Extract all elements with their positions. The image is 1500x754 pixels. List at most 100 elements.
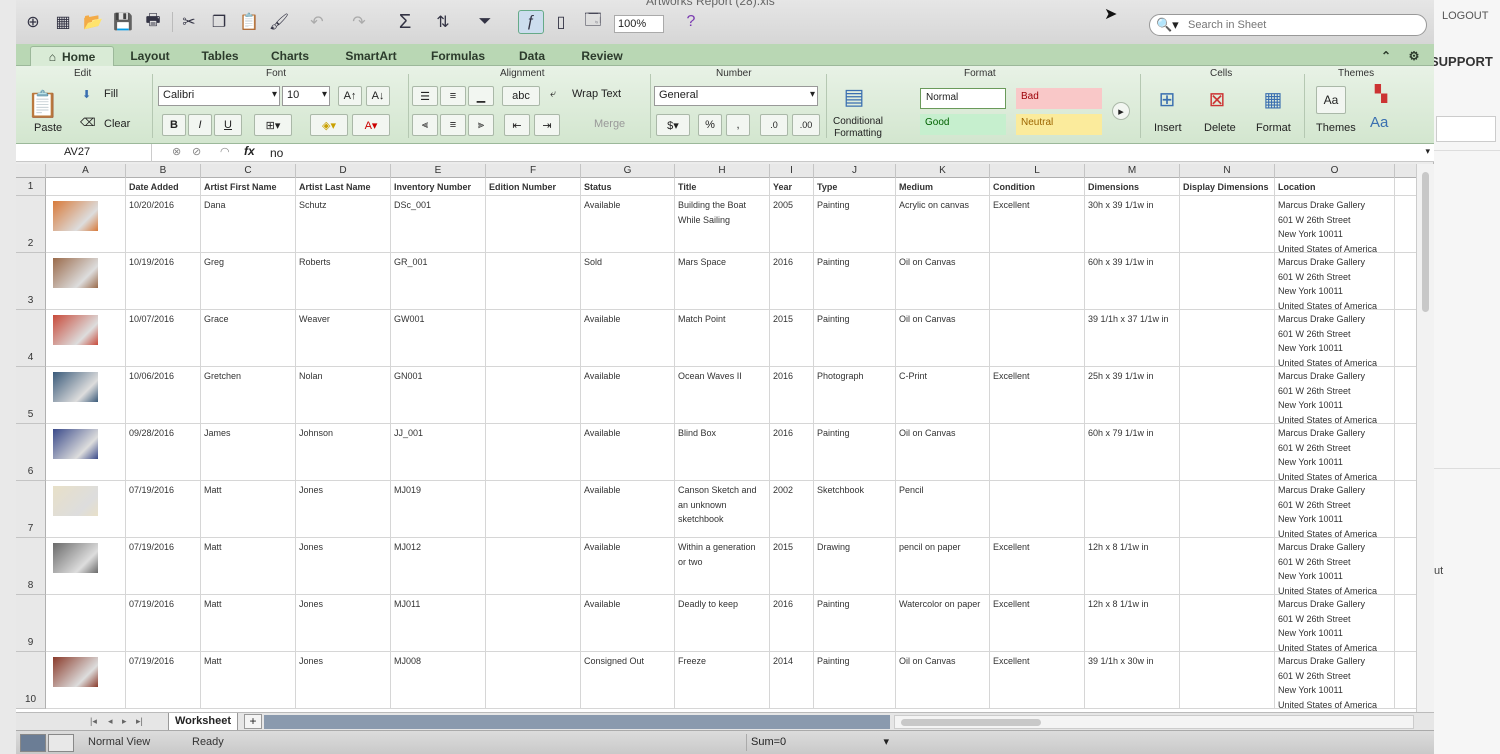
cell-e[interactable]: MJ008: [391, 652, 486, 708]
enter-icon[interactable]: ⊘: [192, 145, 201, 158]
column-header-a[interactable]: A: [46, 164, 126, 178]
cell-g[interactable]: Available: [581, 424, 675, 480]
cell-g[interactable]: Available: [581, 196, 675, 252]
row-header[interactable]: 8: [16, 538, 46, 595]
comma-button[interactable]: ,: [726, 114, 750, 136]
cell-b[interactable]: 07/19/2016: [126, 481, 201, 537]
name-box[interactable]: AV27: [18, 144, 152, 162]
cell-a[interactable]: [46, 424, 126, 480]
column-header-f[interactable]: F: [486, 164, 581, 178]
cell-m[interactable]: Dimensions: [1085, 178, 1180, 195]
row-header[interactable]: 4: [16, 310, 46, 367]
cell-m[interactable]: 12h x 8 1/1w in: [1085, 538, 1180, 594]
style-good[interactable]: Good: [920, 114, 1006, 135]
cell-g[interactable]: Available: [581, 538, 675, 594]
print-icon[interactable]: 🖶: [140, 10, 166, 34]
cell-o[interactable]: Marcus Drake Gallery 601 W 26th Street N…: [1275, 367, 1395, 423]
add-sheet-icon[interactable]: +: [244, 714, 262, 729]
cell-j[interactable]: Painting: [814, 424, 896, 480]
cell-a[interactable]: [46, 538, 126, 594]
insert-function-icon[interactable]: ◠: [220, 145, 230, 158]
tab-review[interactable]: Review: [570, 46, 634, 66]
cell-e[interactable]: MJ019: [391, 481, 486, 537]
align-right-icon[interactable]: ⫸: [468, 114, 494, 136]
search-input[interactable]: [1188, 17, 1418, 33]
cell-a[interactable]: [46, 178, 126, 195]
cut-icon[interactable]: ✂: [176, 10, 202, 34]
cell-k[interactable]: Watercolor on paper: [896, 595, 990, 651]
themes-icon[interactable]: Aa: [1316, 86, 1346, 114]
align-top-icon[interactable]: ☰: [412, 86, 438, 106]
cell-g[interactable]: Available: [581, 310, 675, 366]
style-bad[interactable]: Bad: [1016, 88, 1102, 109]
expand-formula-icon[interactable]: ▾: [1425, 146, 1430, 157]
page-layout-view-button[interactable]: [48, 734, 74, 752]
cell-o[interactable]: Location: [1275, 178, 1395, 195]
tab-home[interactable]: ⌂ Home: [30, 46, 114, 66]
row-header[interactable]: 3: [16, 253, 46, 310]
increase-indent-icon[interactable]: ⇥: [534, 114, 560, 136]
cell-a[interactable]: [46, 196, 126, 252]
column-header-o[interactable]: O: [1275, 164, 1395, 178]
delete-cells-icon[interactable]: ⊠: [1200, 84, 1234, 114]
decrease-font-icon[interactable]: A↓: [366, 86, 390, 106]
cell-a[interactable]: [46, 253, 126, 309]
insert-cells-icon[interactable]: ⊞: [1150, 84, 1184, 114]
cell-k[interactable]: Oil on Canvas: [896, 424, 990, 480]
tab-smartart[interactable]: SmartArt: [332, 46, 410, 66]
cell-f[interactable]: [486, 538, 581, 594]
tab-charts[interactable]: Charts: [258, 46, 322, 66]
last-sheet-icon[interactable]: ▸|: [136, 716, 143, 727]
percent-button[interactable]: %: [698, 114, 722, 136]
cell-b[interactable]: 10/19/2016: [126, 253, 201, 309]
font-color-icon[interactable]: A▾: [352, 114, 390, 136]
cell-i[interactable]: 2005: [770, 196, 814, 252]
align-middle-icon[interactable]: ≡: [440, 86, 466, 106]
vertical-scrollbar[interactable]: [1416, 164, 1434, 712]
cell-j[interactable]: Painting: [814, 652, 896, 708]
row-header[interactable]: 2: [16, 196, 46, 253]
column-header-k[interactable]: K: [896, 164, 990, 178]
borders-icon[interactable]: ⊞▾: [254, 114, 292, 136]
formula-builder-icon[interactable]: ƒ: [518, 10, 544, 34]
wrap-text-button[interactable]: Wrap Text: [572, 88, 621, 100]
cell-a[interactable]: [46, 310, 126, 366]
cell-e[interactable]: MJ012: [391, 538, 486, 594]
row-header[interactable]: 10: [16, 652, 46, 709]
cell-e[interactable]: GR_001: [391, 253, 486, 309]
normal-view-button[interactable]: [20, 734, 46, 752]
cell-l[interactable]: Condition: [990, 178, 1085, 195]
fonts-icon[interactable]: Aa: [1370, 114, 1388, 131]
cell-n[interactable]: [1180, 595, 1275, 651]
cell-h[interactable]: Blind Box: [675, 424, 770, 480]
cell-m[interactable]: 39 1/1h x 30w in: [1085, 652, 1180, 708]
cell-n[interactable]: [1180, 367, 1275, 423]
cell-e[interactable]: MJ011: [391, 595, 486, 651]
copy-icon[interactable]: ❐: [206, 10, 232, 34]
cell-o[interactable]: Marcus Drake Gallery 601 W 26th Street N…: [1275, 196, 1395, 252]
cell-m[interactable]: [1085, 481, 1180, 537]
cell-e[interactable]: Inventory Number: [391, 178, 486, 195]
cell-a[interactable]: [46, 595, 126, 651]
increase-decimal-icon[interactable]: .0: [760, 114, 788, 136]
cell-a[interactable]: [46, 367, 126, 423]
row-header[interactable]: 6: [16, 424, 46, 481]
cell-b[interactable]: 09/28/2016: [126, 424, 201, 480]
support-link[interactable]: SUPPORT: [1430, 54, 1493, 69]
cell-h[interactable]: Within a generation or two: [675, 538, 770, 594]
cell-i[interactable]: 2016: [770, 595, 814, 651]
cell-g[interactable]: Available: [581, 367, 675, 423]
cell-c[interactable]: Matt: [201, 652, 296, 708]
cell-f[interactable]: Edition Number: [486, 178, 581, 195]
style-normal[interactable]: Normal: [920, 88, 1006, 109]
cell-j[interactable]: Sketchbook: [814, 481, 896, 537]
number-format-select[interactable]: General: [654, 86, 818, 106]
gallery-icon[interactable]: 🗔: [580, 10, 606, 34]
artwork-thumbnail[interactable]: [53, 486, 98, 516]
artwork-thumbnail[interactable]: [53, 258, 98, 288]
artwork-thumbnail[interactable]: [53, 429, 98, 459]
cell-h[interactable]: Freeze: [675, 652, 770, 708]
row-header[interactable]: 1: [16, 178, 46, 196]
cell-i[interactable]: 2016: [770, 367, 814, 423]
cell-c[interactable]: Artist First Name: [201, 178, 296, 195]
